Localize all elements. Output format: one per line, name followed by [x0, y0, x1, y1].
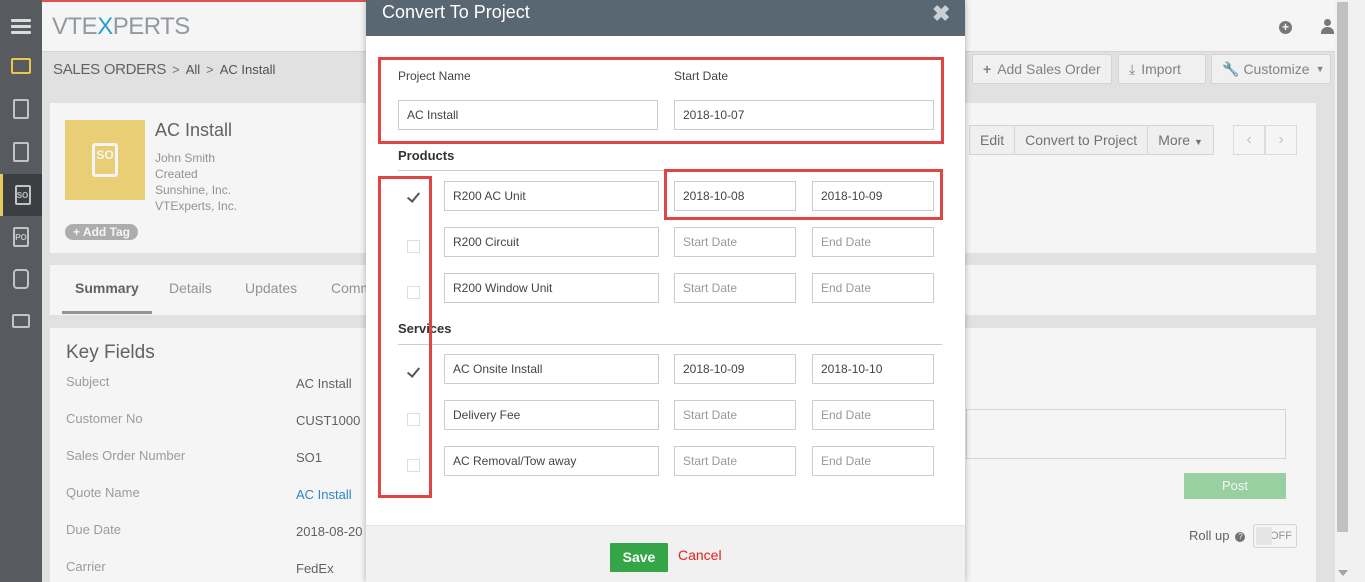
services-divider [398, 344, 942, 345]
product-end-r200-circuit[interactable]: End Date [812, 227, 934, 257]
service-start-ac-removal[interactable]: Start Date [674, 446, 796, 476]
service-name-delivery-fee[interactable]: Delivery Fee [444, 400, 659, 430]
product-name-r200-window-unit[interactable]: R200 Window Unit [444, 273, 659, 303]
modal-header: Convert To Project ✖ [366, 0, 965, 36]
product-name-r200-circuit[interactable]: R200 Circuit [444, 227, 659, 257]
service-end-ac-removal[interactable]: End Date [812, 446, 934, 476]
highlight-checkboxes [378, 176, 432, 498]
modal-title: Convert To Project [382, 2, 530, 22]
service-end-ac-onsite-install[interactable]: 2018-10-10 [812, 354, 934, 384]
service-name-ac-removal[interactable]: AC Removal/Tow away [444, 446, 659, 476]
cancel-link[interactable]: Cancel [678, 547, 722, 563]
product-name-r200-ac-unit[interactable]: R200 AC Unit [444, 181, 659, 211]
highlight-product-dates [664, 169, 943, 220]
product-start-r200-circuit[interactable]: Start Date [674, 227, 796, 257]
save-button[interactable]: Save [610, 543, 668, 572]
scrollbar-thumb[interactable] [1337, 2, 1348, 532]
service-end-delivery-fee[interactable]: End Date [812, 400, 934, 430]
product-end-r200-window-unit[interactable]: End Date [812, 273, 934, 303]
products-section-title: Products [398, 148, 455, 163]
close-icon[interactable]: ✖ [932, 1, 950, 27]
service-start-ac-onsite-install[interactable]: 2018-10-09 [674, 354, 796, 384]
modal-footer: Save Cancel [366, 525, 965, 582]
service-name-ac-onsite-install[interactable]: AC Onsite Install [444, 354, 659, 384]
product-start-r200-window-unit[interactable]: Start Date [674, 273, 796, 303]
service-start-delivery-fee[interactable]: Start Date [674, 400, 796, 430]
highlight-project-fields [378, 57, 944, 144]
convert-to-project-modal: Convert To Project ✖ Project Name Start … [366, 0, 965, 582]
scroll-down-icon[interactable] [1338, 570, 1348, 576]
